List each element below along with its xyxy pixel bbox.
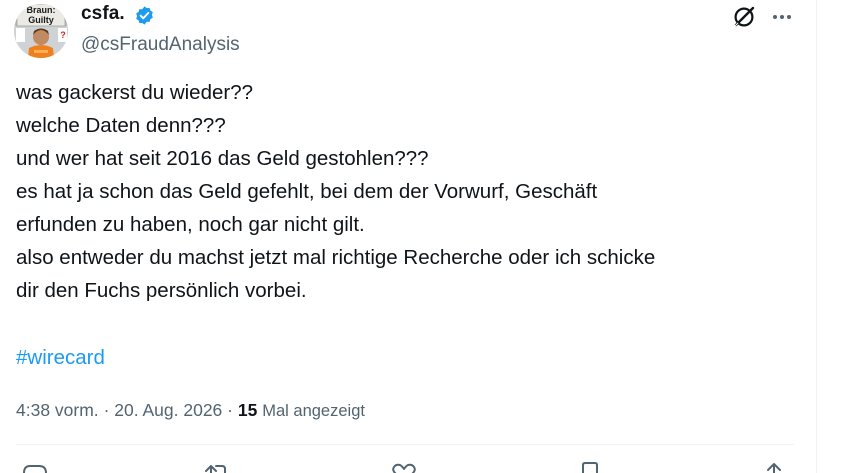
tweet-text: was gackerst du wieder?? welche Daten de… xyxy=(16,76,806,307)
user-handle[interactable]: @csFraudAnalysis xyxy=(81,34,240,56)
avatar[interactable]: Braun: Guilty ? xyxy=(14,4,68,58)
svg-text:?: ? xyxy=(60,30,66,40)
tweet-line: was gackerst du wieder?? xyxy=(16,81,254,104)
reply-icon[interactable] xyxy=(20,460,50,473)
meta-separator: · xyxy=(103,400,110,420)
meta-separator: · xyxy=(227,400,233,420)
tweet-meta: 4:38 vorm. · 20. Aug. 2026 · 15 Mal ange… xyxy=(16,397,365,424)
tweet-date[interactable]: 20. Aug. 2026 xyxy=(114,400,222,420)
avatar-sign-line-2: Guilty xyxy=(28,15,54,25)
tweet-line: welche Daten denn??? xyxy=(16,114,226,137)
retweet-icon[interactable] xyxy=(203,460,233,473)
views-count: 15 xyxy=(237,400,258,420)
tweet-line: erfunden zu haben, noch gar nicht gilt. xyxy=(16,213,365,236)
like-icon[interactable] xyxy=(389,460,419,473)
grok-icon[interactable] xyxy=(730,3,758,31)
avatar-sign-line-1: Braun: xyxy=(27,5,56,15)
verified-badge-icon xyxy=(134,5,155,26)
tweet-line: dir den Fuchs persönlich vorbei. xyxy=(16,279,307,302)
tweet-line: also entweder du machst jetzt mal richti… xyxy=(16,246,656,269)
share-icon[interactable] xyxy=(759,460,789,473)
divider xyxy=(16,444,794,445)
display-name[interactable]: csfa. xyxy=(81,3,125,25)
tweet-time[interactable]: 4:38 vorm. xyxy=(16,400,99,420)
column-border xyxy=(816,0,817,473)
tweet-line: und wer hat seit 2016 das Geld gestohlen… xyxy=(16,147,429,170)
hashtag-link[interactable]: #wirecard xyxy=(16,341,105,374)
avatar-image: Braun: Guilty ? xyxy=(14,4,68,58)
tweet-detail: Braun: Guilty ? csfa. @csFraudAnalysis w… xyxy=(0,0,841,473)
bookmark-icon[interactable] xyxy=(575,460,605,473)
views-label: Mal angezeigt xyxy=(262,402,365,420)
more-icon[interactable] xyxy=(768,3,796,31)
tweet-line: es hat ja schon das Geld gefehlt, bei de… xyxy=(16,180,598,203)
